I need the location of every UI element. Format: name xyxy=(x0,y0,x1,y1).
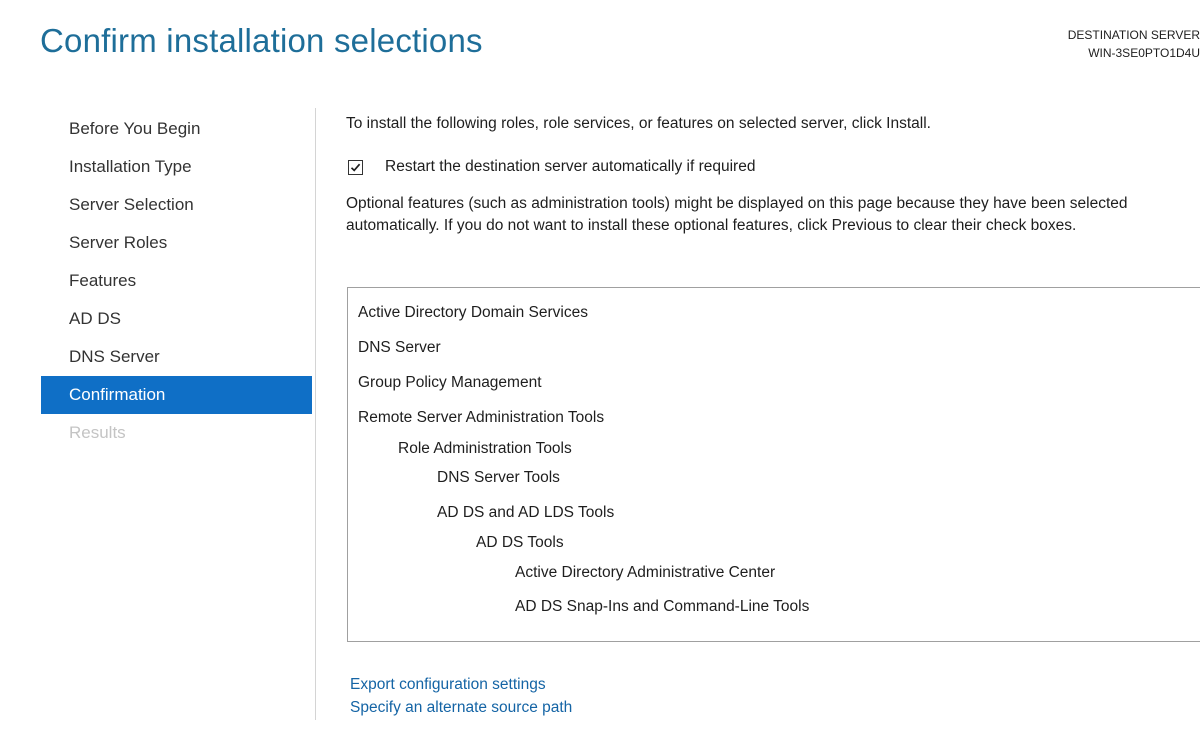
features-list: Active Directory Domain Services DNS Ser… xyxy=(347,287,1200,642)
destination-server-info: DESTINATION SERVER WIN-3SE0PTO1D4U xyxy=(1068,26,1200,62)
restart-checkbox[interactable] xyxy=(348,159,363,175)
nav-item-confirmation[interactable]: Confirmation xyxy=(41,376,312,414)
export-configuration-link[interactable]: Export configuration settings xyxy=(350,673,572,696)
nav-item-features[interactable]: Features xyxy=(41,262,312,300)
nav-item-server-selection[interactable]: Server Selection xyxy=(41,186,312,224)
feature-item: Remote Server Administration Tools xyxy=(358,409,605,426)
restart-option[interactable]: Restart the destination server automatic… xyxy=(346,158,755,176)
nav-item-ad-ds[interactable]: AD DS xyxy=(41,300,312,338)
confirmation-content: To install the following roles, role ser… xyxy=(346,113,1200,234)
feature-item: Active Directory Administrative Center xyxy=(515,564,776,581)
alternate-source-path-link[interactable]: Specify an alternate source path xyxy=(350,696,572,719)
feature-item: AD DS and AD LDS Tools xyxy=(437,504,615,521)
action-links: Export configuration settings Specify an… xyxy=(350,673,572,719)
nav-item-dns-server[interactable]: DNS Server xyxy=(41,338,312,376)
wizard-nav: Before You Begin Installation Type Serve… xyxy=(41,110,312,452)
feature-item: AD DS Snap-Ins and Command-Line Tools xyxy=(515,598,810,615)
destination-server-name: WIN-3SE0PTO1D4U xyxy=(1088,46,1200,60)
nav-item-installation-type[interactable]: Installation Type xyxy=(41,148,312,186)
wizard-page: Confirm installation selections DESTINAT… xyxy=(0,0,1200,733)
intro-text: To install the following roles, role ser… xyxy=(346,115,931,132)
page-title: Confirm installation selections xyxy=(40,22,483,59)
checkmark-icon xyxy=(350,163,361,172)
nav-item-server-roles[interactable]: Server Roles xyxy=(41,224,312,262)
feature-item: DNS Server xyxy=(358,339,441,356)
restart-label: Restart the destination server automatic… xyxy=(385,158,756,175)
feature-item: Active Directory Domain Services xyxy=(358,304,588,321)
feature-item: Role Administration Tools xyxy=(398,440,572,457)
optional-features-note: Optional features (such as administratio… xyxy=(346,195,1128,234)
feature-item: Group Policy Management xyxy=(358,374,542,391)
feature-item: DNS Server Tools xyxy=(437,469,560,486)
destination-server-label: DESTINATION SERVER xyxy=(1067,28,1200,42)
feature-item: AD DS Tools xyxy=(476,534,564,551)
nav-divider xyxy=(315,108,316,720)
nav-item-before-you-begin[interactable]: Before You Begin xyxy=(41,110,312,148)
nav-item-results: Results xyxy=(69,423,126,442)
